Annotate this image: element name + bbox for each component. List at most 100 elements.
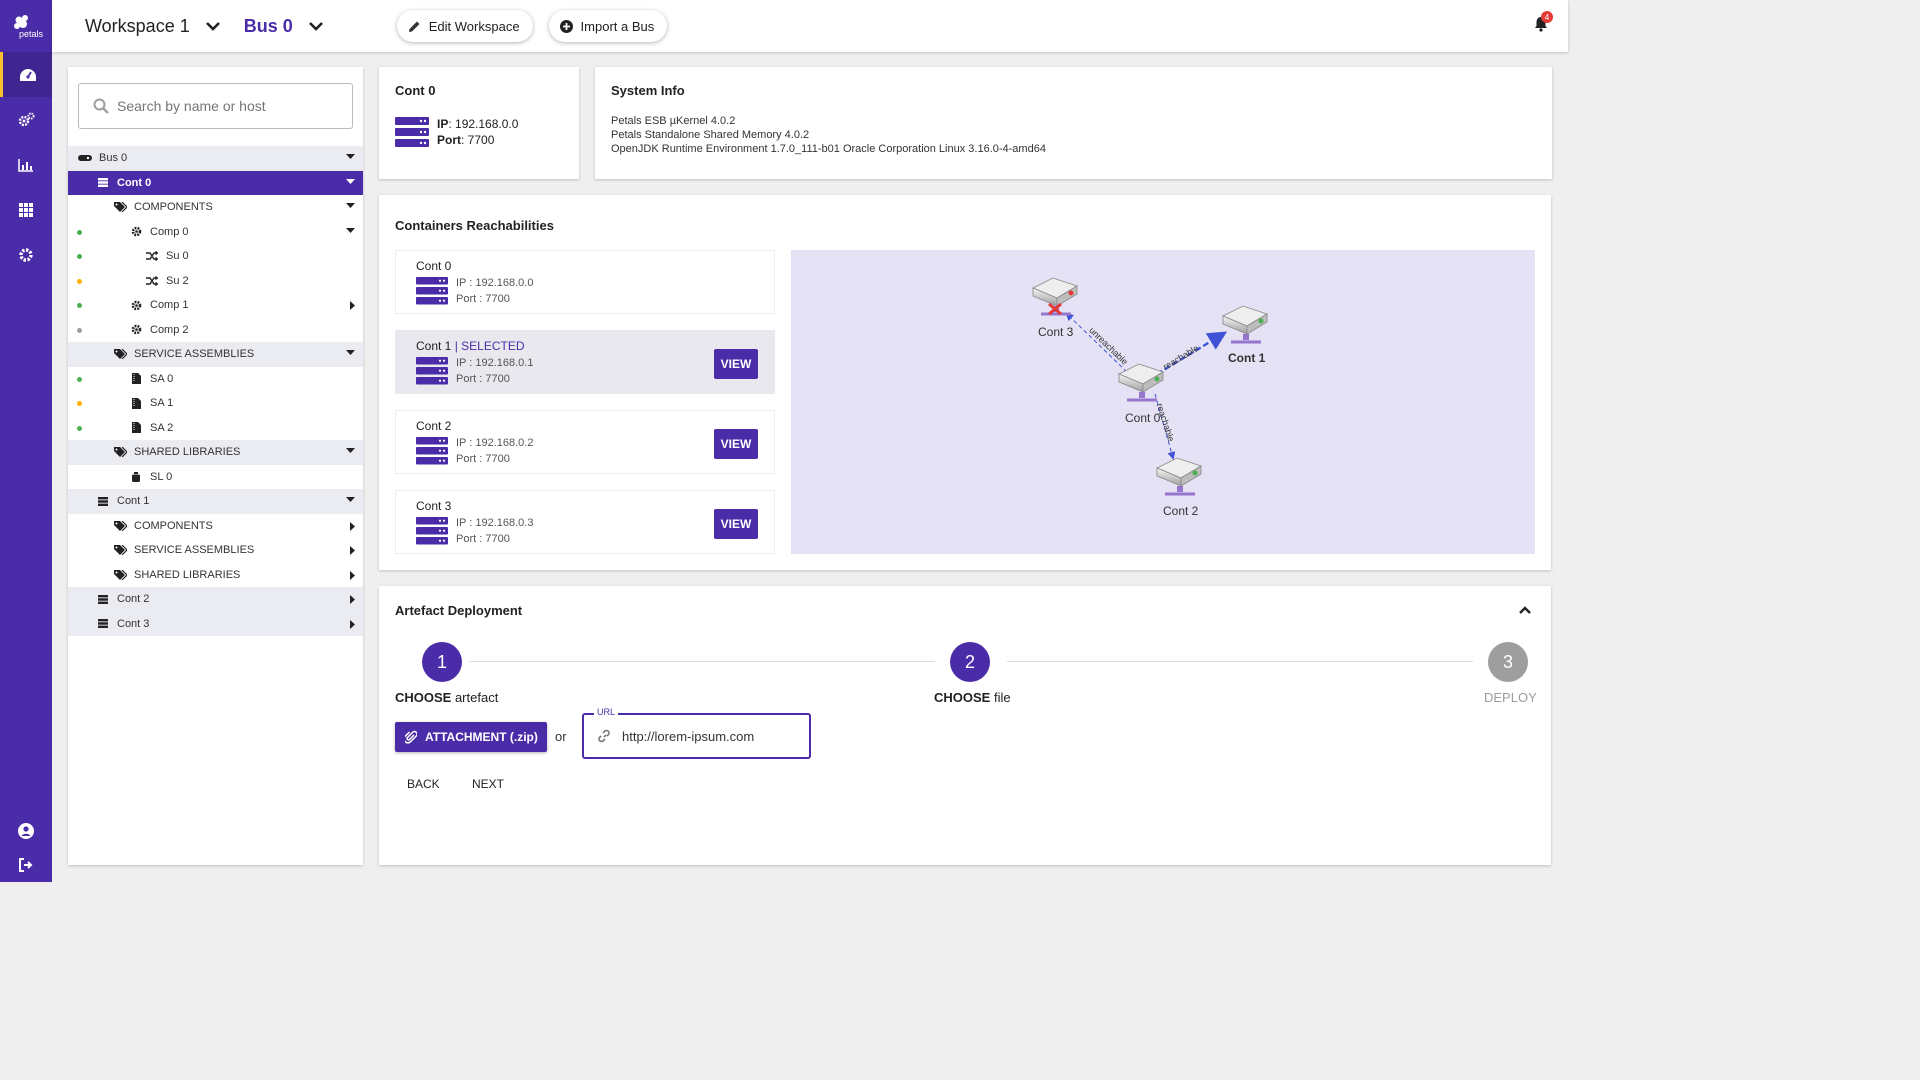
reach-item-cont-1[interactable]: Cont 1 | SELECTED IP : 192.168.0.1 Port :…: [395, 330, 775, 394]
edit-workspace-button[interactable]: Edit Workspace: [396, 10, 533, 42]
graph-node-cont-1[interactable]: Cont 1: [1222, 305, 1268, 365]
server-stack-icon: [395, 117, 429, 147]
reach-item-cont-0[interactable]: Cont 0 IP : 192.168.0.0 Port : 7700: [395, 250, 775, 314]
view-button[interactable]: VIEW: [714, 349, 758, 379]
system-info-line: Petals ESB µKernel 4.0.2: [611, 115, 736, 127]
caret-right-icon[interactable]: [350, 301, 355, 310]
workspace-dropdown[interactable]: [205, 21, 220, 31]
caret-down-icon[interactable]: [346, 227, 355, 233]
tree-item-components[interactable]: COMPONENTS: [68, 195, 363, 220]
attachment-button[interactable]: ATTACHMENT (.zip): [395, 722, 547, 752]
tree-item-cont-1-components[interactable]: COMPONENTS: [68, 514, 363, 539]
workspace-title: Workspace 1: [85, 15, 190, 36]
graph-node-cont-3[interactable]: Cont 3: [1032, 277, 1078, 339]
nav-components[interactable]: [0, 97, 52, 142]
tree-item-service-assemblies[interactable]: SERVICE ASSEMBLIES: [68, 342, 363, 367]
caret-right-icon[interactable]: [350, 619, 355, 629]
tree-item-comp-1[interactable]: Comp 1: [68, 293, 363, 318]
status-dot-green: [77, 376, 82, 382]
next-button[interactable]: NEXT: [472, 777, 504, 791]
url-field[interactable]: URL: [582, 707, 811, 759]
url-input[interactable]: [622, 728, 802, 744]
graph-node-cont-2[interactable]: Cont 2: [1156, 457, 1202, 518]
reachability-graph[interactable]: reachable reachable unreachable Cont 3 C…: [791, 250, 1535, 554]
caret-right-icon[interactable]: [350, 570, 355, 580]
caret-down-icon[interactable]: [346, 350, 355, 355]
back-button[interactable]: BACK: [407, 777, 440, 791]
reach-item-cont-3[interactable]: Cont 3 IP : 192.168.0.3 Port : 7700 VIEW: [395, 490, 775, 554]
nav-dashboard[interactable]: [0, 52, 52, 97]
gears-icon: [18, 112, 35, 126]
caret-right-icon[interactable]: [350, 521, 355, 531]
system-info-lines: Petals ESB µKernel 4.0.2 Petals Standalo…: [611, 114, 1536, 156]
tree-item-label: SERVICE ASSEMBLIES: [134, 348, 255, 361]
caret-down-icon[interactable]: [346, 497, 355, 502]
svg-text:petals: petals: [19, 29, 44, 39]
tags-icon: [113, 520, 127, 531]
tags-icon: [113, 447, 127, 458]
nav-apps[interactable]: [0, 187, 52, 232]
server-stack-icon: [416, 517, 448, 545]
tree-item-shared-libraries[interactable]: SHARED LIBRARIES: [68, 440, 363, 465]
status-dot-green: [77, 303, 82, 308]
tree-item-label: COMPONENTS: [134, 519, 213, 532]
artefact-deployment-card: Artefact Deployment 1 2 3 CHOOSE artefac…: [379, 586, 1551, 865]
caret-down-icon[interactable]: [346, 154, 355, 159]
step-1-label: CHOOSE artefact: [395, 690, 498, 705]
shuffle-icon: [145, 275, 159, 286]
edge-label-reachable: reachable: [1161, 343, 1200, 372]
tree-item-label: Cont 0: [117, 176, 152, 189]
url-field-label: URL: [594, 707, 619, 717]
nav-logout[interactable]: [0, 848, 52, 882]
notifications-button[interactable]: 4: [1534, 11, 1553, 37]
caret-right-icon[interactable]: [350, 595, 355, 604]
petals-logo[interactable]: petals: [0, 0, 52, 52]
tree-item-su-2[interactable]: Su 2: [68, 269, 363, 294]
tree-item-cont-3[interactable]: Cont 3: [68, 611, 363, 636]
tree-item-cont-1[interactable]: Cont 1: [68, 489, 363, 514]
search-box[interactable]: [78, 83, 353, 129]
tree-item-sl-0[interactable]: SL 0: [68, 465, 363, 490]
tree-item-bus-0[interactable]: Bus 0: [68, 146, 363, 171]
bus-dropdown[interactable]: [308, 21, 323, 31]
status-dot-green: [77, 254, 82, 259]
caret-down-icon[interactable]: [346, 203, 355, 208]
caret-right-icon[interactable]: [350, 546, 355, 555]
reach-item-cont-2[interactable]: Cont 2 IP : 192.168.0.2 Port : 7700 VIEW: [395, 410, 775, 474]
server-icon: [96, 619, 110, 629]
nav-monitoring[interactable]: [0, 142, 52, 187]
step-3-label: DEPLOY: [1484, 690, 1537, 705]
nav-account[interactable]: [0, 814, 52, 848]
view-button[interactable]: VIEW: [714, 429, 758, 459]
caret-down-icon[interactable]: [346, 448, 355, 453]
server-icon: [96, 178, 110, 188]
container-title: Cont 0: [395, 83, 436, 98]
dashboard-icon: [19, 68, 36, 81]
tree-item-comp-2[interactable]: Comp 2: [68, 318, 363, 343]
tree-item-cont-1-service-assemblies[interactable]: SERVICE ASSEMBLIES: [68, 538, 363, 563]
view-button[interactable]: VIEW: [714, 509, 758, 539]
import-bus-label: Import a Bus: [580, 18, 655, 34]
pencil-icon: [408, 21, 420, 32]
chevron-down-icon: [308, 21, 323, 31]
bus-icon: [78, 155, 92, 162]
collapse-chevron-icon[interactable]: [1519, 606, 1531, 614]
tree-item-sa-2[interactable]: SA 2: [68, 416, 363, 441]
tree-item-cont-1-shared-libraries[interactable]: SHARED LIBRARIES: [68, 563, 363, 588]
import-bus-button[interactable]: Import a Bus: [548, 10, 668, 42]
reach-item-port: Port : 7700: [456, 533, 510, 545]
tree-item-cont-0[interactable]: Cont 0: [68, 170, 363, 195]
tree-item-su-0[interactable]: Su 0: [68, 244, 363, 269]
nav-settings[interactable]: [0, 232, 52, 277]
caret-down-icon[interactable]: [346, 178, 355, 184]
tree-item-comp-0[interactable]: Comp 0: [68, 220, 363, 245]
tree-item-label: Su 0: [166, 250, 189, 263]
tree-item-label: Su 2: [166, 274, 189, 287]
graph-node-cont-0[interactable]: Cont 0: [1118, 363, 1164, 425]
tree-item-cont-2[interactable]: Cont 2: [68, 587, 363, 612]
tree-item-sa-0[interactable]: SA 0: [68, 367, 363, 392]
server-stack-icon: [416, 437, 448, 465]
search-input[interactable]: [117, 98, 337, 114]
tree-item-label: SA 2: [150, 421, 174, 434]
tree-item-sa-1[interactable]: SA 1: [68, 391, 363, 416]
